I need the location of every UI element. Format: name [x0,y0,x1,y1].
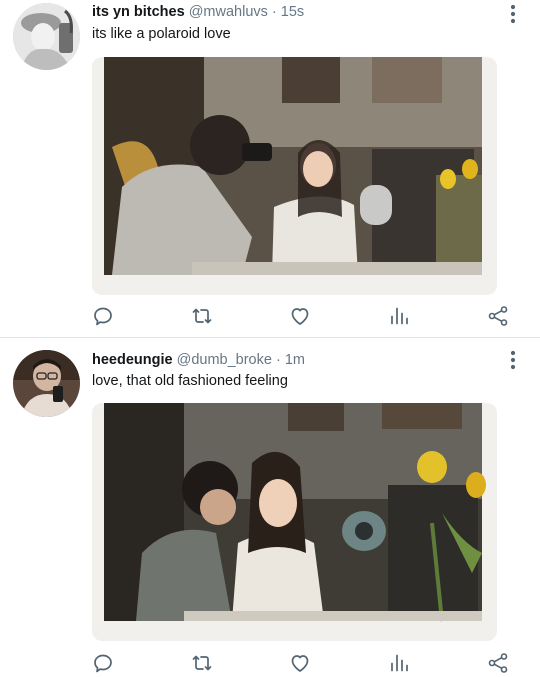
tweet[interactable]: heedeungie @dumb_broke · 1m love, that o… [0,338,540,677]
reply-icon[interactable] [91,651,115,675]
display-name[interactable]: its yn bitches [92,4,185,20]
avatar[interactable] [13,3,80,70]
share-icon[interactable] [486,651,510,675]
tweet-actions [0,304,540,328]
display-name[interactable]: heedeungie [92,352,173,368]
retweet-icon[interactable] [190,304,214,328]
tweet-header: its yn bitches @mwahluvs · 15s [92,4,304,20]
separator: · [271,4,277,20]
reply-icon[interactable] [91,304,115,328]
tweet-header: heedeungie @dumb_broke · 1m [92,352,305,368]
tweet-actions [0,651,540,675]
analytics-icon[interactable] [387,304,411,328]
tweet-text: its like a polaroid love [92,26,231,42]
tweet[interactable]: its yn bitches @mwahluvs · 15s its like … [0,0,540,337]
retweet-icon[interactable] [190,651,214,675]
heart-icon[interactable] [288,651,312,675]
timestamp[interactable]: 1m [285,352,305,368]
timestamp[interactable]: 15s [281,4,304,20]
share-icon[interactable] [486,304,510,328]
analytics-icon[interactable] [387,651,411,675]
tweet-text: love, that old fashioned feeling [92,373,288,389]
tweet-photo[interactable] [92,403,497,641]
more-vertical-icon[interactable] [505,349,521,371]
separator: · [275,352,281,368]
avatar[interactable] [13,350,80,417]
heart-icon[interactable] [288,304,312,328]
more-vertical-icon[interactable] [505,3,521,25]
username[interactable]: @dumb_broke [177,352,272,368]
tweet-photo[interactable] [92,57,497,295]
username[interactable]: @mwahluvs [189,4,268,20]
